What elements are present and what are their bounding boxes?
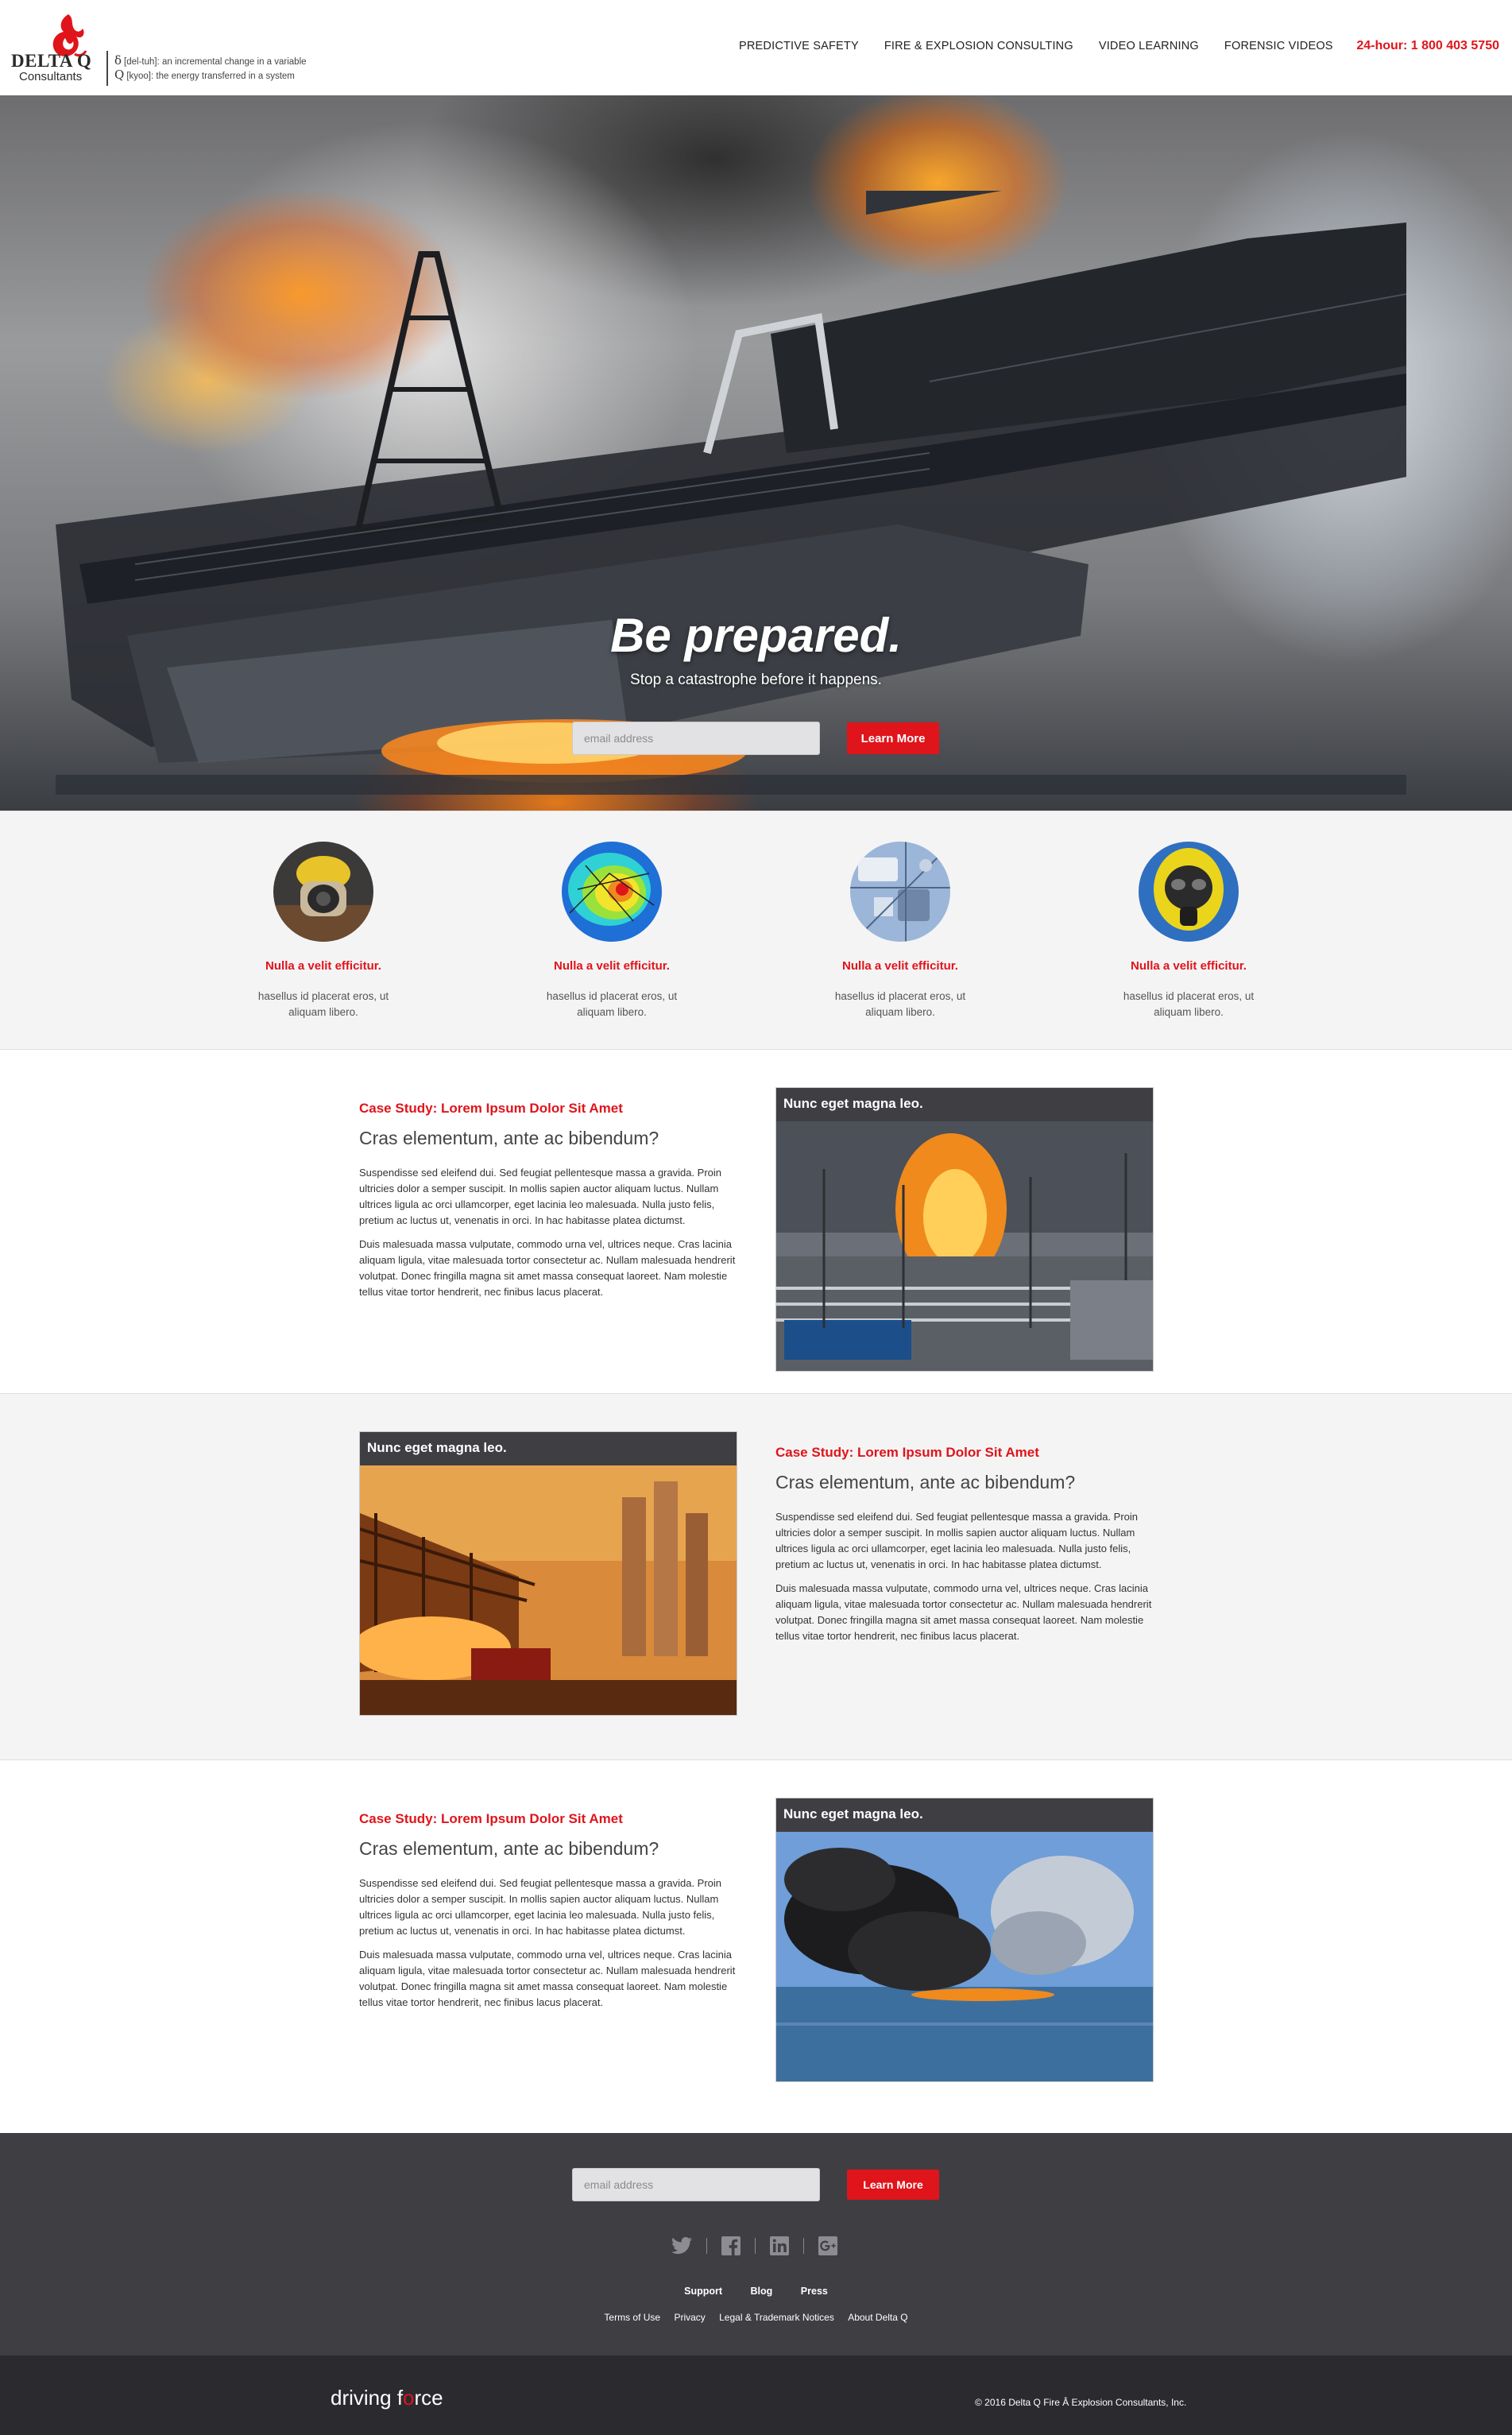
hotline-phone[interactable]: 24-hour: 1 800 403 5750 xyxy=(1356,39,1499,53)
site-header: DELTA Q Consultants δ [del-tuh]: an incre… xyxy=(0,0,1512,95)
definition-delta-text: [del-tuh]: an incremental change in a va… xyxy=(124,57,307,67)
hero-email-input[interactable] xyxy=(572,722,820,755)
case-card-title: Nunc eget magna leo. xyxy=(360,1432,737,1465)
case-study-card[interactable]: Nunc eget magna leo. xyxy=(359,1431,737,1716)
case-study-heading: Cras elementum, ante ac bibendum? xyxy=(359,1128,659,1148)
burning-oil-rig-image xyxy=(56,191,1406,795)
feature-title: Nulla a velit efficitur. xyxy=(1131,959,1247,973)
footer-email-input[interactable] xyxy=(572,2168,820,2201)
q-symbol: Q xyxy=(114,68,125,82)
linkedin-icon[interactable] xyxy=(770,2236,789,2255)
legal-link-terms[interactable]: Terms of Use xyxy=(604,2312,660,2323)
feature-text: hasellus id placerat eros, ut aliquam li… xyxy=(834,990,966,1018)
refinery-fire-image xyxy=(776,1121,1153,1371)
feature-item: Nulla a velit efficitur. hasellus id pla… xyxy=(1093,842,1284,1020)
feature-title: Nulla a velit efficitur. xyxy=(842,959,958,973)
circuit-board xyxy=(850,842,950,942)
social-links xyxy=(671,2236,837,2255)
delta-symbol: δ xyxy=(114,53,122,68)
twitter-icon[interactable] xyxy=(671,2237,692,2255)
case-study-section: Case Study: Lorem Ipsum Dolor Sit Amet C… xyxy=(0,1049,1512,1393)
hero-subtitle: Stop a catastrophe before it happens. xyxy=(630,672,882,688)
case-study-paragraph: Suspendisse sed eleifend dui. Sed feugia… xyxy=(359,1877,722,1937)
nav-forensic-videos[interactable]: FORENSIC VIDEOS xyxy=(1224,40,1333,52)
case-study-section: Nunc eget magna leo. Case Study: Lorem I… xyxy=(0,1393,1512,1759)
case-study-paragraph: Suspendisse sed eleifend dui. Sed feugia… xyxy=(359,1167,722,1226)
case-card-title: Nunc eget magna leo. xyxy=(776,1798,1153,1832)
site-footer: Learn More Support Blog Press Terms of U… xyxy=(0,2133,1512,2356)
facebook-icon[interactable] xyxy=(721,2236,741,2255)
case-study-card[interactable]: Nunc eget magna leo. xyxy=(775,1798,1154,2082)
case-study-paragraph: Suspendisse sed eleifend dui. Sed feugia… xyxy=(775,1511,1139,1570)
google-plus-icon[interactable] xyxy=(818,2236,837,2255)
legal-link-privacy[interactable]: Privacy xyxy=(674,2312,705,2323)
legal-link-about[interactable]: About Delta Q xyxy=(848,2312,907,2323)
industrial-fire-image xyxy=(360,1465,737,1715)
footer-link-press[interactable]: Press xyxy=(801,2286,828,2297)
logo-definitions: δ [del-tuh]: an incremental change in a v… xyxy=(114,54,307,83)
social-separator xyxy=(755,2238,756,2254)
social-separator xyxy=(803,2238,804,2254)
hero-title: Be prepared. xyxy=(610,609,902,662)
case-study-paragraph: Duis malesuada massa vulputate, commodo … xyxy=(359,1238,736,1298)
driving-force-text-start: driving f xyxy=(331,2386,404,2410)
ocean-smoke-image xyxy=(776,1832,1153,2081)
feature-title: Nulla a velit efficitur. xyxy=(265,959,381,973)
copyright: © 2016 Delta Q Fire Â Explosion Consulta… xyxy=(975,2397,1187,2408)
definition-q: Q [kyoo]: the energy transferred in a sys… xyxy=(114,68,307,83)
firefighter-photo xyxy=(273,842,373,942)
feature-item: Nulla a velit efficitur. hasellus id pla… xyxy=(228,842,419,1020)
feature-text: hasellus id placerat eros, ut aliquam li… xyxy=(1123,990,1255,1018)
driving-force-text-end: rce xyxy=(414,2386,443,2410)
logo-divider xyxy=(106,51,108,86)
feature-item: Nulla a velit efficitur. hasellus id pla… xyxy=(516,842,707,1020)
hazmat-mask xyxy=(1139,842,1239,942)
hero-banner: Be prepared. Stop a catastrophe before i… xyxy=(0,95,1512,811)
feature-title: Nulla a velit efficitur. xyxy=(554,959,670,973)
case-card-title: Nunc eget magna leo. xyxy=(776,1088,1153,1121)
case-study-text: Case Study: Lorem Ipsum Dolor Sit Amet C… xyxy=(359,1101,737,1300)
brand-name: DELTA Q xyxy=(11,51,92,71)
case-study-kicker[interactable]: Case Study: Lorem Ipsum Dolor Sit Amet xyxy=(359,1811,737,1827)
case-study-text: Case Study: Lorem Ipsum Dolor Sit Amet C… xyxy=(359,1811,737,2011)
case-study-card[interactable]: Nunc eget magna leo. xyxy=(775,1087,1154,1372)
feature-text: hasellus id placerat eros, ut aliquam li… xyxy=(257,990,389,1018)
social-separator xyxy=(706,2238,707,2254)
nav-fire-explosion-consulting[interactable]: FIRE & EXPLOSION CONSULTING xyxy=(884,40,1073,52)
definition-q-text: [kyoo]: the energy transferred in a syst… xyxy=(126,72,295,81)
feature-item: Nulla a velit efficitur. hasellus id pla… xyxy=(805,842,996,1020)
feature-text: hasellus id placerat eros, ut aliquam li… xyxy=(546,990,678,1018)
driving-force-flame-o: o xyxy=(403,2386,415,2410)
logo[interactable]: DELTA Q Consultants δ [del-tuh]: an incre… xyxy=(10,10,335,86)
main-nav: PREDICTIVE SAFETY FIRE & EXPLOSION CONSU… xyxy=(739,40,1333,52)
brand-subtitle: Consultants xyxy=(19,70,83,83)
hero-learn-more-button[interactable]: Learn More xyxy=(847,722,939,754)
footer-link-support[interactable]: Support xyxy=(684,2286,722,2297)
driving-force-logo[interactable]: driving force xyxy=(331,2386,443,2410)
case-study-paragraph: Duis malesuada massa vulputate, commodo … xyxy=(775,1582,1152,1642)
case-study-heading: Cras elementum, ante ac bibendum? xyxy=(775,1472,1076,1492)
nav-predictive-safety[interactable]: PREDICTIVE SAFETY xyxy=(739,40,859,52)
footer-signup-form: Learn More xyxy=(572,2168,939,2201)
hero-signup-form: Learn More xyxy=(572,722,939,755)
case-study-kicker[interactable]: Case Study: Lorem Ipsum Dolor Sit Amet xyxy=(359,1101,737,1117)
case-study-heading: Cras elementum, ante ac bibendum? xyxy=(359,1838,659,1859)
bottom-bar: driving force © 2016 Delta Q Fire Â Expl… xyxy=(0,2356,1512,2435)
features-section: Nulla a velit efficitur. hasellus id pla… xyxy=(0,811,1512,1049)
case-study-section: Case Study: Lorem Ipsum Dolor Sit Amet C… xyxy=(0,1759,1512,2133)
footer-links: Support Blog Press xyxy=(0,2286,1512,2297)
nav-video-learning[interactable]: VIDEO LEARNING xyxy=(1099,40,1199,52)
heatmap-simulation xyxy=(562,842,662,942)
case-study-paragraph: Duis malesuada massa vulputate, commodo … xyxy=(359,1949,736,2008)
legal-link-trademark[interactable]: Legal & Trademark Notices xyxy=(719,2312,834,2323)
definition-delta: δ [del-tuh]: an incremental change in a v… xyxy=(114,54,307,68)
footer-legal-links: Terms of Use Privacy Legal & Trademark N… xyxy=(0,2312,1512,2323)
footer-link-blog[interactable]: Blog xyxy=(751,2286,773,2297)
case-study-text: Case Study: Lorem Ipsum Dolor Sit Amet C… xyxy=(775,1445,1153,1644)
case-study-kicker[interactable]: Case Study: Lorem Ipsum Dolor Sit Amet xyxy=(775,1445,1153,1461)
footer-learn-more-button[interactable]: Learn More xyxy=(847,2170,939,2200)
